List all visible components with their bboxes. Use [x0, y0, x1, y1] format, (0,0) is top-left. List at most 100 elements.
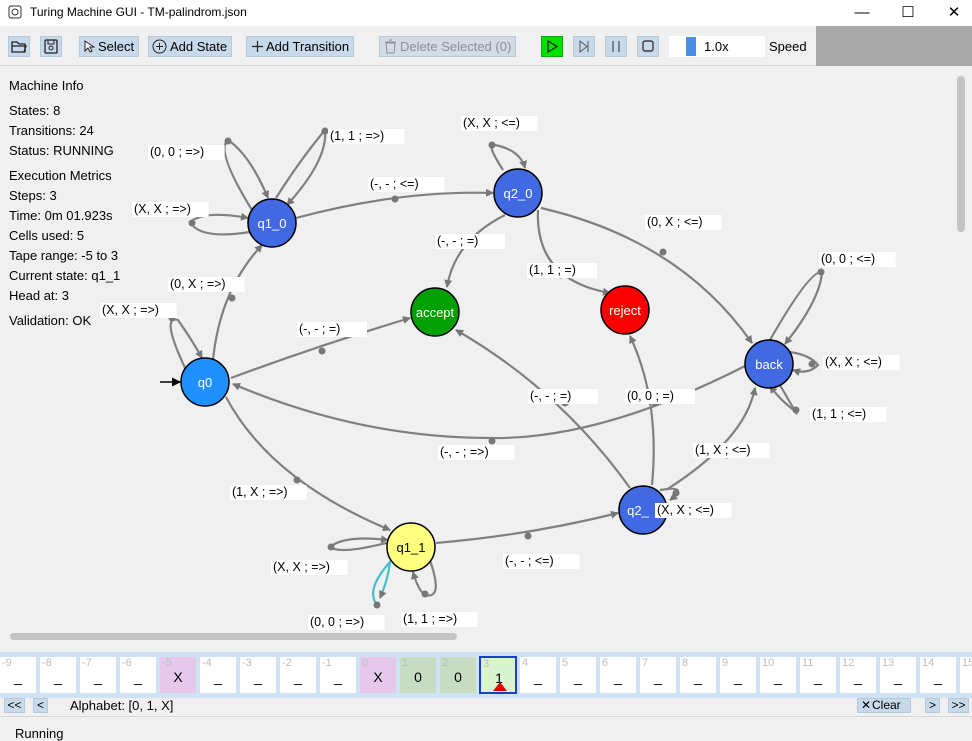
tape-cell[interactable]: 7 _	[639, 656, 677, 694]
edge-q2_1-accept[interactable]	[455, 329, 631, 489]
tape-cell-symbol: X	[373, 669, 383, 685]
execution-metrics-heading: Execution Metrics	[9, 168, 112, 183]
edge-q2_0-loop[interactable]	[490, 143, 527, 171]
transition-label[interactable]: (X, X ; =>)	[134, 202, 191, 216]
tape-cell-symbol: _	[94, 669, 102, 685]
tape-prev-button[interactable]: <	[33, 698, 48, 713]
tape-cell-symbol: _	[934, 669, 942, 685]
tape-cell[interactable]: 10 _	[759, 656, 797, 694]
transition-label[interactable]: (-, - ; =)	[530, 389, 571, 403]
tape-cell-symbol: _	[134, 669, 142, 685]
tape-cell[interactable]: 20	[439, 656, 477, 694]
tape-cell-symbol: _	[614, 669, 622, 685]
tape-cell-symbol: _	[894, 669, 902, 685]
tape-cell-index: -2	[282, 657, 292, 669]
transition-label[interactable]: (1, 1 ; =>)	[403, 612, 457, 626]
tape-cell[interactable]: 31	[479, 656, 517, 694]
tape-next-button[interactable]: >	[925, 698, 940, 713]
tape-cell[interactable]: 11 _	[799, 656, 837, 694]
tape-cell[interactable]: -9 _	[0, 656, 37, 694]
edge-q1_1-loop-x[interactable]	[328, 535, 391, 552]
tape-cell[interactable]: -1 _	[319, 656, 357, 694]
tape-cell[interactable]: 14 _	[919, 656, 957, 694]
tape-cell[interactable]: 13 _	[879, 656, 917, 694]
edge-back-loop-0[interactable]	[769, 270, 824, 345]
tape-cell[interactable]: 10	[399, 656, 437, 694]
transition-label[interactable]: (0, 0 ; =>)	[150, 145, 204, 159]
state-q2_0-label: q2_0	[504, 186, 533, 201]
state-back[interactable]: back	[744, 339, 794, 389]
transition-label[interactable]: (X, X ; <=)	[463, 116, 520, 130]
current-state: Current state: q1_1	[9, 268, 121, 283]
tape-cell-index: 0	[362, 657, 369, 669]
state-accept[interactable]: accept	[410, 287, 460, 337]
tape-cell[interactable]: -6 _	[119, 656, 157, 694]
transition-label[interactable]: (-, - ; <=)	[505, 554, 554, 568]
machine-status: Status: RUNNING	[9, 143, 114, 158]
tape-range: Tape range: -5 to 3	[9, 248, 119, 263]
tape-cell[interactable]: 12 _	[839, 656, 877, 694]
tape-cell[interactable]: 0X	[359, 656, 397, 694]
edge-q0-q1_0[interactable]	[211, 244, 263, 361]
transition-label[interactable]: (0, 0 ; =)	[627, 389, 674, 403]
tape-cell-symbol: _	[960, 669, 972, 685]
state-q1_0[interactable]: q1_0	[247, 198, 297, 248]
transition-label[interactable]: (1, X ; <=)	[695, 443, 751, 457]
tape-cell[interactable]: 5 _	[559, 656, 597, 694]
edge-q2_0-reject[interactable]	[536, 209, 611, 296]
tape-last-button[interactable]: >>	[948, 698, 969, 713]
vertical-scrollbar[interactable]	[957, 76, 965, 232]
tape-cell[interactable]: -8 _	[39, 656, 77, 694]
edge-q1_0-loop-0[interactable]	[223, 138, 270, 211]
tape-cell-index: -8	[42, 657, 52, 669]
tape-cell[interactable]: 9 _	[719, 656, 757, 694]
clear-tape-button[interactable]: ✕ Clear	[857, 698, 911, 713]
tape-cell[interactable]: -5 X	[159, 656, 197, 694]
tape-cell[interactable]: 4 _	[519, 656, 557, 694]
tape-cell[interactable]: 6 _	[599, 656, 637, 694]
transition-label[interactable]: (1, 1 ; =>)	[330, 129, 384, 143]
edge-q1_1-loop-0-active[interactable]	[372, 558, 392, 606]
tape-cell[interactable]: -4 _	[199, 656, 237, 694]
transition-label[interactable]: (-, - ; =)	[437, 234, 478, 248]
transition-label[interactable]: (1, 1 ; =)	[529, 263, 576, 277]
tape-cell-symbol: _	[254, 669, 262, 685]
transition-label[interactable]: (X, X ; <=)	[657, 503, 714, 517]
edge-q2_0-accept[interactable]	[444, 214, 506, 288]
tape-cell-symbol: _	[534, 669, 542, 685]
tape-cell-index: 1	[402, 657, 409, 669]
edge-q0-q1_1[interactable]	[225, 396, 391, 532]
tape-cell[interactable]: -7 _	[79, 656, 117, 694]
state-q2_0[interactable]: q2_0	[493, 168, 543, 218]
edge-q1_0-loop-x[interactable]	[188, 212, 251, 236]
transition-label[interactable]: (X, X ; <=)	[825, 355, 882, 369]
edge-q1_0-loop-1[interactable]	[275, 127, 327, 206]
transition-label[interactable]: (1, 1 ; <=)	[812, 407, 866, 421]
state-reject[interactable]: reject	[600, 285, 650, 335]
transition-label[interactable]: (1, X ; =>)	[232, 485, 288, 499]
state-diagram[interactable]: q0 q1_0 q2_0 accept reject back q2_ q1_1…	[0, 0, 972, 741]
transition-label[interactable]: (0, 0 ; =>)	[310, 615, 364, 629]
tape-cell-index: 7	[642, 657, 649, 669]
transition-label[interactable]: (0, X ; =>)	[170, 277, 226, 291]
tape-first-button[interactable]: <<	[4, 698, 25, 713]
transition-label[interactable]: (-, - ; =>)	[440, 445, 489, 459]
state-back-label: back	[755, 357, 783, 372]
horizontal-scrollbar[interactable]	[10, 633, 457, 640]
tape-cell[interactable]: 8 _	[679, 656, 717, 694]
tape-cell[interactable]: -3 _	[239, 656, 277, 694]
transition-label[interactable]: (0, 0 ; <=)	[821, 252, 875, 266]
state-q0[interactable]: q0	[180, 357, 230, 407]
transition-label[interactable]: (X, X ; =>)	[273, 560, 330, 574]
tape-cell[interactable]: -2 _	[279, 656, 317, 694]
tape-cell-index: -7	[82, 657, 92, 669]
states-count: States: 8	[9, 103, 61, 118]
transition-label[interactable]: (0, X ; <=)	[647, 215, 703, 229]
state-q1_1-label: q1_1	[397, 540, 426, 555]
tape-cell[interactable]: 15_	[959, 656, 972, 694]
transition-label[interactable]: (-, - ; =)	[299, 322, 340, 336]
state-q1_1[interactable]: q1_1	[386, 522, 436, 572]
tape-cell-index: 8	[682, 657, 689, 669]
cells-used: Cells used: 5	[9, 228, 85, 243]
transition-label[interactable]: (-, - ; <=)	[370, 177, 419, 191]
